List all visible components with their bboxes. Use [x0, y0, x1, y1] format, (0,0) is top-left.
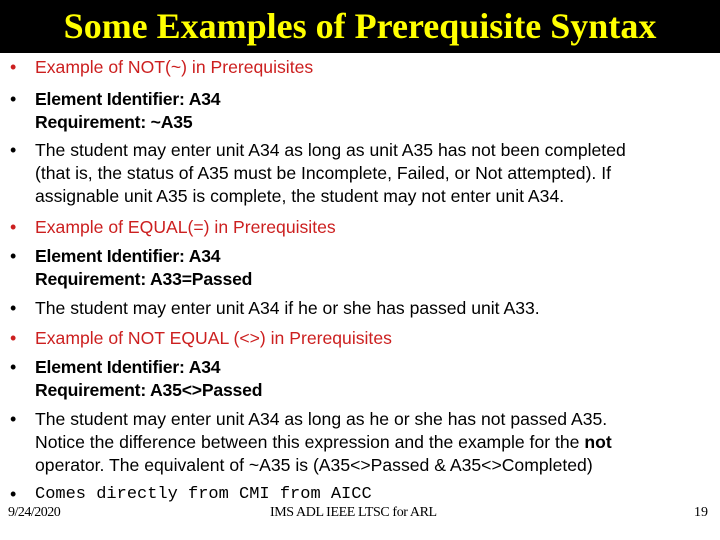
bullet-icon: •: [10, 57, 17, 77]
bullet-text: Example of EQUAL(=) in Prerequisites: [35, 217, 336, 237]
footer-date: 9/24/2020: [8, 505, 61, 520]
element-identifier-text: Element Identifier: A34: [35, 357, 221, 377]
bullet-text: Example of NOT EQUAL (<>) in Prerequisit…: [35, 328, 392, 348]
description-line: assignable unit A35 is complete, the stu…: [35, 186, 565, 206]
bullet-icon: •: [10, 357, 17, 377]
source-note-text: Comes directly from CMI from AICC: [35, 485, 372, 504]
element-identifier-text: Element Identifier: A34: [35, 89, 221, 109]
bullet-icon: •: [10, 246, 17, 266]
bullet-icon: •: [10, 140, 17, 160]
requirement-text: Requirement: A35<>Passed: [35, 380, 263, 400]
description-line: (that is, the status of A35 must be Inco…: [35, 163, 611, 183]
description-line: The student may enter unit A34 if he or …: [35, 298, 540, 318]
slide-number: 19: [694, 505, 708, 520]
bullet-icon: •: [10, 484, 17, 504]
requirement-text: Requirement: ~A35: [35, 112, 193, 132]
emphasis-word: not: [584, 432, 612, 452]
bullet-icon: •: [10, 328, 17, 348]
bullet-icon: •: [10, 89, 17, 109]
footer-center-text: IMS ADL IEEE LTSC for ARL: [270, 505, 437, 520]
description-line: Notice the difference between this expre…: [35, 431, 715, 455]
description-line: operator. The equivalent of ~A35 is (A35…: [35, 455, 593, 475]
description-line: The student may enter unit A34 as long a…: [35, 409, 608, 429]
requirement-text: Requirement: A33=Passed: [35, 269, 253, 289]
description-line: The student may enter unit A34 as long a…: [35, 140, 626, 160]
bullet-text: Example of NOT(~) in Prerequisites: [35, 57, 314, 77]
bullet-icon: •: [10, 217, 17, 237]
element-identifier-text: Element Identifier: A34: [35, 246, 221, 266]
bullet-icon: •: [10, 409, 17, 429]
slide-title: Some Examples of Prerequisite Syntax: [63, 6, 657, 46]
bullet-icon: •: [10, 298, 17, 318]
description-line-text: Notice the difference between this expre…: [35, 432, 585, 452]
